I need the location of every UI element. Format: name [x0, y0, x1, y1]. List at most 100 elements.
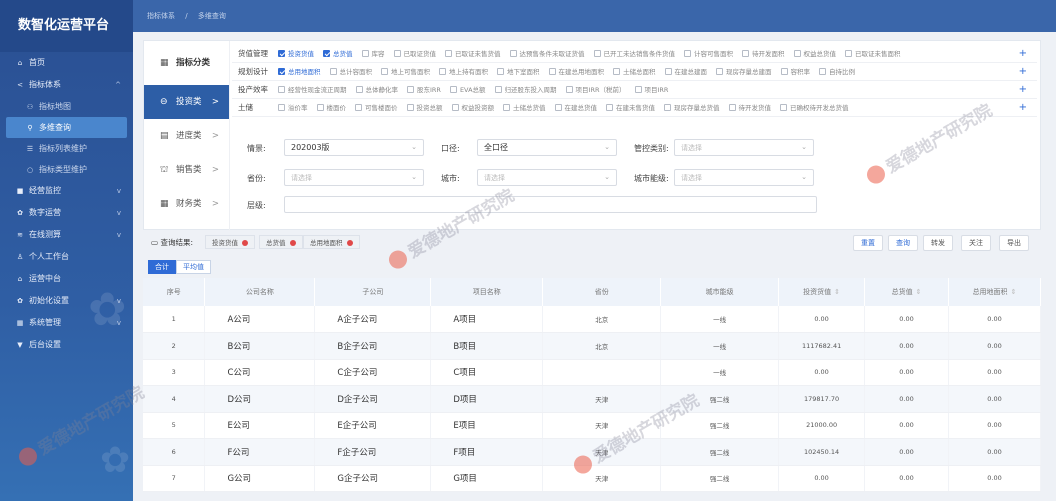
- indicator-checkbox[interactable]: 已取证未售货值: [445, 45, 501, 62]
- city-select[interactable]: 请选择 ⌄: [477, 169, 617, 186]
- checkbox-icon[interactable]: [613, 68, 620, 75]
- sort-icon[interactable]: ⇕: [916, 288, 922, 296]
- sidebar-item[interactable]: ♙ 个人工作台: [0, 246, 133, 268]
- sidebar-item[interactable]: ▼ 后台设置: [0, 334, 133, 356]
- table-row[interactable]: 4 D公司 D企子公司 D项目 天津 强二线 179817.70 0.00 0.00: [143, 385, 1041, 413]
- result-tag[interactable]: 投资货值: [205, 235, 255, 249]
- table-row[interactable]: 2 B公司 B企子公司 B项目 北京 一线 1117682.41 0.00 0.00: [143, 332, 1041, 360]
- checkbox-icon[interactable]: [381, 68, 388, 75]
- expand-plus-icon[interactable]: +: [1019, 63, 1027, 80]
- table-row[interactable]: 5 E公司 E企子公司 E项目 天津 强二线 21000.00 0.00 0.00: [143, 412, 1041, 439]
- indicator-checkbox[interactable]: 归还股东投入周期: [494, 81, 557, 98]
- sidebar-item[interactable]: ○ 指标类型维护: [0, 159, 133, 180]
- breadcrumb-item[interactable]: 指标体系: [147, 12, 175, 20]
- checkbox-icon[interactable]: [494, 86, 502, 93]
- indicator-checkbox[interactable]: 总计容面积: [329, 63, 372, 80]
- indicator-checkbox[interactable]: 待开发货值: [728, 99, 771, 116]
- mgmt-select[interactable]: 请选择 ⌄: [674, 139, 814, 156]
- sort-icon[interactable]: ⇕: [834, 288, 840, 296]
- sidebar-item[interactable]: ✿ 数字运营 v: [0, 202, 133, 224]
- indicator-checkbox[interactable]: 权益总货值: [793, 45, 836, 62]
- checkbox-icon[interactable]: [406, 104, 414, 111]
- checkbox-icon[interactable]: [819, 68, 826, 75]
- indicator-checkbox[interactable]: 总体静化率: [355, 81, 398, 98]
- category-item[interactable]: ▤ 进度类 >: [144, 119, 229, 153]
- checkbox-icon[interactable]: [449, 86, 457, 93]
- category-item[interactable]: ▦ 财务类 >: [144, 187, 229, 221]
- sidebar-item[interactable]: ⌂ 首页: [0, 52, 133, 74]
- category-item[interactable]: ⊖ 投资类 >: [144, 85, 229, 119]
- checkbox-icon[interactable]: [278, 86, 285, 93]
- checkbox-icon[interactable]: [503, 104, 510, 111]
- checkbox-icon[interactable]: [606, 104, 613, 111]
- indicator-checkbox[interactable]: 投资总额: [406, 99, 443, 116]
- checkbox-icon[interactable]: [355, 86, 363, 93]
- follow-button[interactable]: 关注: [961, 235, 991, 251]
- indicator-checkbox[interactable]: 项目IRR（税前）: [565, 81, 626, 98]
- checkbox-icon[interactable]: [278, 104, 285, 111]
- table-header-cell[interactable]: 投资货值 ⇕: [778, 278, 866, 306]
- sidebar-item[interactable]: ⚲ 多维查询: [6, 117, 127, 138]
- indicator-checkbox[interactable]: 土储总货值: [503, 99, 546, 116]
- level-select[interactable]: [284, 196, 817, 213]
- close-icon[interactable]: [289, 239, 296, 246]
- table-header-cell[interactable]: 总用地面积 ⇕: [948, 278, 1041, 306]
- close-icon[interactable]: [242, 239, 248, 246]
- checkbox-icon[interactable]: [742, 50, 749, 57]
- sidebar-item[interactable]: ≋ 在线测算 v: [0, 224, 133, 246]
- indicator-checkbox[interactable]: 溢价率: [278, 99, 308, 116]
- indicator-checkbox[interactable]: 计容可售面积: [684, 45, 733, 62]
- checkbox-icon[interactable]: [393, 50, 401, 57]
- indicator-checkbox[interactable]: 土储总面积: [613, 63, 656, 80]
- checkbox-icon[interactable]: [407, 86, 414, 93]
- checkbox-icon[interactable]: [793, 50, 801, 57]
- table-row[interactable]: 3 C公司 C企子公司 C项目 一线 0.00 0.00 0.00: [143, 359, 1041, 386]
- version-select[interactable]: 202003版 ⌄: [284, 139, 424, 156]
- reset-button[interactable]: 重置: [853, 235, 883, 251]
- forward-button[interactable]: 转发: [923, 235, 953, 251]
- indicator-checkbox[interactable]: 权益投资额: [451, 99, 494, 116]
- checkbox-icon[interactable]: [634, 86, 642, 93]
- indicator-checkbox[interactable]: 已确权待开发总货值: [780, 99, 849, 116]
- province-select[interactable]: 请选择 ⌄: [284, 169, 424, 186]
- indicator-checkbox[interactable]: 项目IRR: [634, 81, 668, 98]
- indicator-checkbox[interactable]: 楼面价: [316, 99, 346, 116]
- checkbox-icon[interactable]: [593, 50, 601, 57]
- indicator-checkbox[interactable]: 股东IRR: [407, 81, 441, 98]
- indicator-checkbox[interactable]: 已取证货值: [393, 45, 436, 62]
- indicator-checkbox[interactable]: 总用地面积: [278, 63, 321, 80]
- checkbox-icon[interactable]: [361, 50, 369, 57]
- checkbox-icon[interactable]: [780, 68, 788, 75]
- indicator-checkbox[interactable]: 自持比例: [819, 63, 855, 80]
- table-row[interactable]: 7 G公司 G企子公司 G项目 天津 强二线 0.00 0.00 0.00: [143, 465, 1041, 492]
- checkbox-icon[interactable]: [664, 104, 671, 111]
- checkbox-icon[interactable]: [716, 68, 723, 75]
- checkbox-icon[interactable]: [278, 68, 285, 75]
- table-header-cell[interactable]: 总货值 ⇕: [864, 278, 949, 306]
- checkbox-icon[interactable]: [728, 104, 736, 111]
- checkbox-icon[interactable]: [278, 50, 285, 57]
- sidebar-item[interactable]: ☰ 指标列表维护: [0, 138, 133, 159]
- indicator-checkbox[interactable]: 可售楼面价: [355, 99, 398, 116]
- indicator-checkbox[interactable]: 在建总建面: [664, 63, 707, 80]
- checkbox-icon[interactable]: [684, 50, 691, 57]
- indicator-checkbox[interactable]: 在建总用地面积: [548, 63, 604, 80]
- indicator-checkbox[interactable]: 经营性现金流正周期: [278, 81, 347, 98]
- checkbox-icon[interactable]: [323, 50, 330, 57]
- checkbox-icon[interactable]: [565, 86, 573, 93]
- expand-plus-icon[interactable]: +: [1019, 81, 1027, 98]
- indicator-checkbox[interactable]: 达预售条件未取证货值: [509, 45, 585, 62]
- result-tag[interactable]: 总货值: [259, 235, 303, 249]
- checkbox-icon[interactable]: [355, 104, 362, 111]
- indicator-checkbox[interactable]: 待开发面积: [742, 45, 785, 62]
- checkbox-icon[interactable]: [439, 68, 446, 75]
- indicator-checkbox[interactable]: 在建总货值: [554, 99, 597, 116]
- indicator-checkbox[interactable]: 现房存量总货值: [664, 99, 720, 116]
- result-tag[interactable]: 总用地面积: [303, 235, 360, 249]
- indicator-checkbox[interactable]: 地上持有面积: [439, 63, 488, 80]
- table-row[interactable]: 1 A公司 A企子公司 A项目 北京 一线 0.00 0.00 0.00: [143, 306, 1041, 333]
- indicator-checkbox[interactable]: 已取证未售面积: [845, 45, 901, 62]
- checkbox-icon[interactable]: [329, 68, 337, 75]
- indicator-checkbox[interactable]: 地下室面积: [497, 63, 540, 80]
- tab-total[interactable]: 合计: [148, 260, 176, 274]
